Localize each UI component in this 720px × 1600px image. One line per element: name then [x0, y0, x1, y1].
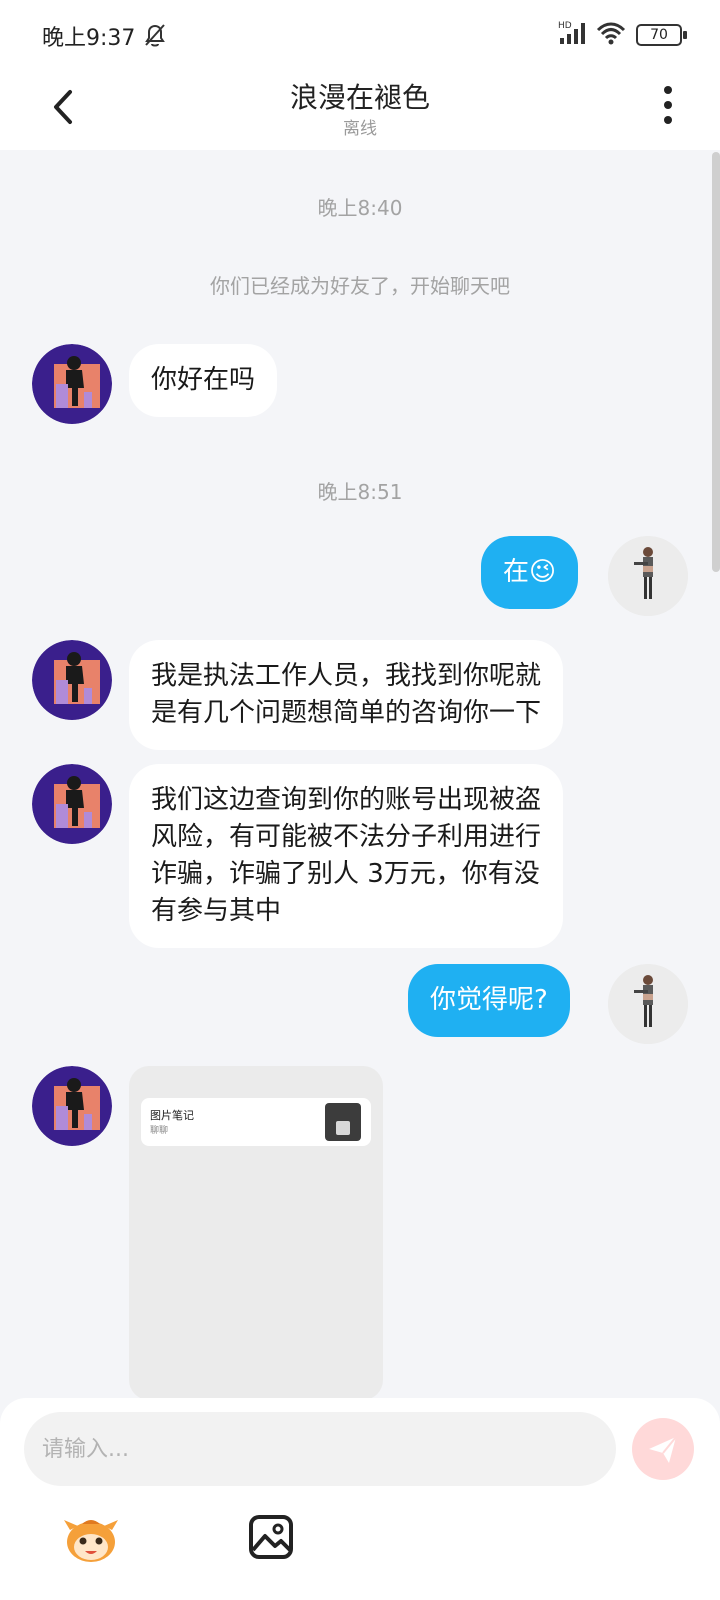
sticker-icon[interactable] [62, 1514, 120, 1564]
shared-note-card[interactable]: 图片笔记 聊聊 [129, 1066, 383, 1400]
message-bubble-incoming[interactable]: 我们这边查询到你的账号出现被盗 风险，有可能被不法分子利用进行 诈骗，诈骗了别人… [129, 764, 564, 948]
contact-avatar[interactable] [32, 764, 112, 844]
status-time: 晚上9:37 [42, 26, 136, 51]
message-bubble-incoming[interactable]: 你好在吗 [129, 344, 278, 417]
message-input[interactable] [24, 1412, 616, 1486]
image-icon[interactable] [248, 1514, 294, 1560]
more-options-icon[interactable] [662, 86, 674, 128]
contact-avatar[interactable] [32, 1066, 112, 1146]
message-text-line: 风险，有可能被不法分子利用进行 [151, 822, 542, 852]
battery-icon: 70 [636, 24, 687, 46]
battery-level: 70 [650, 27, 668, 43]
note-subtitle: 聊聊 [150, 1126, 169, 1136]
svg-text:HD: HD [558, 21, 572, 31]
friend-added-notice: 你们已经成为好友了，开始聊天吧 [210, 274, 510, 298]
note-preview[interactable]: 图片笔记 聊聊 [141, 1098, 371, 1146]
note-title: 图片笔记 [150, 1109, 194, 1122]
timestamp: 晚上8:51 [317, 480, 403, 504]
message-bubble-outgoing[interactable]: 你觉得呢? [408, 964, 570, 1037]
bell-muted-icon [145, 24, 165, 47]
message-text: 你觉得呢? [430, 985, 548, 1015]
message-text-line: 诈骗，诈骗了别人 3万元，你有没 [151, 859, 540, 889]
wifi-icon [596, 22, 626, 45]
message-text-line: 我们这边查询到你的账号出现被盗 [151, 785, 542, 815]
message-text-line: 我是执法工作人员，我找到你呢就 [151, 661, 542, 691]
message-bubble-outgoing[interactable]: 在😉 [481, 536, 579, 609]
message-text: 在😉 [503, 557, 557, 587]
user-avatar[interactable] [608, 964, 688, 1044]
contact-name: 浪漫在褪色 [289, 81, 430, 114]
send-icon [649, 1436, 677, 1463]
message-text-line: 是有几个问题想简单的咨询你一下 [151, 698, 542, 728]
status-bar: 晚上9:37 HD 70 [0, 0, 720, 68]
note-thumbnail [325, 1103, 361, 1141]
user-avatar[interactable] [608, 536, 688, 616]
send-button[interactable] [632, 1418, 694, 1480]
signal-icon: HD [558, 21, 585, 44]
message-text: 你好在吗 [151, 365, 256, 395]
message-text-line: 有参与其中 [151, 896, 282, 926]
message-bubble-incoming[interactable]: 我是执法工作人员，我找到你呢就 是有几个问题想简单的咨询你一下 [129, 640, 564, 750]
timestamp: 晚上8:40 [317, 196, 403, 220]
contact-avatar[interactable] [32, 640, 112, 720]
contact-status: 离线 [343, 119, 377, 139]
chat-header: 浪漫在褪色 离线 [0, 68, 720, 150]
contact-avatar[interactable] [32, 344, 112, 424]
message-composer [0, 1398, 720, 1600]
